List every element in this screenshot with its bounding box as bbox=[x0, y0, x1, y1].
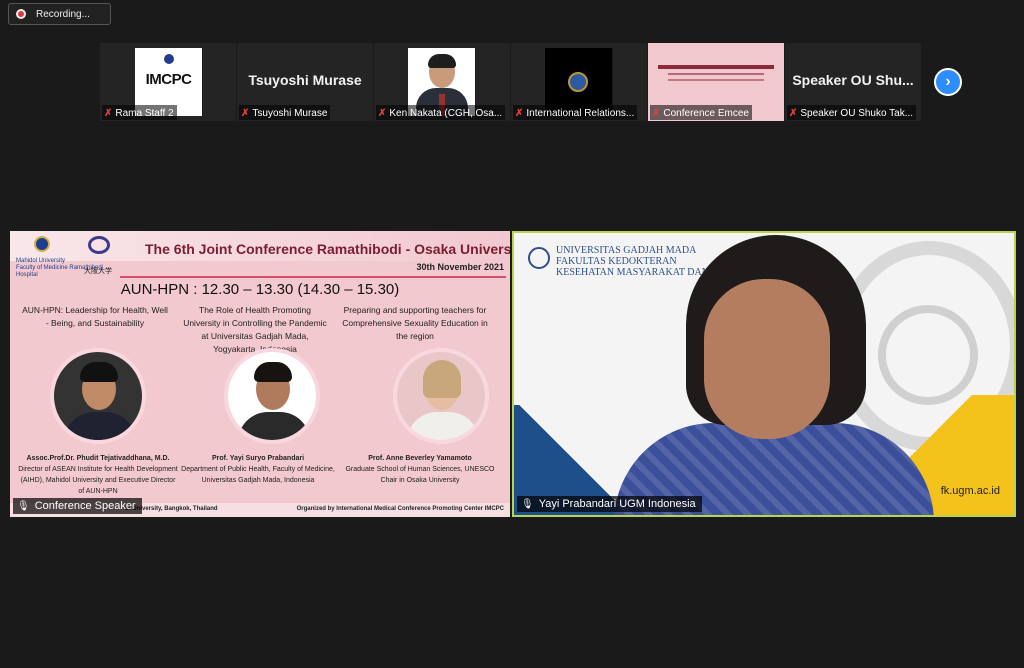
website-url: fk.ugm.ac.id bbox=[940, 485, 1000, 497]
active-speaker-tile[interactable]: UNIVERSITAS GADJAH MADA FAKULTAS KEDOKTER… bbox=[512, 231, 1016, 517]
mic-muted-icon: ✗ bbox=[789, 107, 798, 119]
tile-name-label: 🎙 Yayi Prabandari UGM Indonesia bbox=[517, 496, 702, 512]
participant-name: ✗ Speaker OU Shuko Tak... bbox=[787, 105, 917, 120]
speaker-photo bbox=[393, 348, 489, 444]
participant-tile[interactable]: Speaker OU Shu... ✗ Speaker OU Shuko Tak.… bbox=[785, 43, 922, 121]
participant-tile[interactable]: Tsuyoshi Murase ✗ Tsuyoshi Murase bbox=[237, 43, 374, 121]
mic-muted-icon: ✗ bbox=[241, 107, 250, 119]
university-emblem-icon bbox=[568, 72, 588, 92]
mic-icon: 🎙 bbox=[521, 498, 534, 510]
participant-display-name: Speaker OU Shu... bbox=[792, 72, 914, 88]
mic-muted-icon: ✗ bbox=[104, 107, 113, 119]
university-logos: Mahidol University Faculty of Medicine Ra… bbox=[16, 236, 116, 278]
participant-name: ✗ Rama Staff 2 bbox=[102, 105, 177, 120]
participant-name: ✗ Ken Nakata (CGH, Osa... bbox=[376, 105, 506, 120]
participant-tile[interactable]: ✗ International Relations... bbox=[511, 43, 648, 121]
speaker-info: Assoc.Prof.Dr. Phudit Tejativaddhana, M.… bbox=[18, 455, 178, 495]
emblem-icon bbox=[164, 54, 174, 64]
participant-name: ✗ Tsuyoshi Murase bbox=[239, 105, 331, 120]
speaker-photo bbox=[224, 348, 320, 444]
slide-title: The 6th Joint Conference Ramathibodi - O… bbox=[145, 241, 510, 257]
next-page-button[interactable]: › bbox=[934, 68, 962, 96]
participant-tile[interactable]: ✗ Ken Nakata (CGH, Osa... bbox=[374, 43, 511, 121]
participant-tile[interactable]: IMCPC ✗ Rama Staff 2 bbox=[100, 43, 237, 121]
ugm-emblem-icon bbox=[528, 247, 550, 269]
slide-date: 30th November 2021 bbox=[416, 262, 504, 272]
tile-name-label: 🎙 Conference Speaker bbox=[13, 498, 142, 514]
mic-icon: 🎙 bbox=[17, 500, 30, 512]
virtual-background-header: UNIVERSITAS GADJAH MADA FAKULTAS KEDOKTER… bbox=[556, 245, 725, 278]
participant-name: ✗ International Relations... bbox=[513, 105, 638, 120]
chevron-right-icon: › bbox=[945, 73, 951, 90]
speaker-photo bbox=[50, 348, 146, 444]
divider bbox=[120, 276, 506, 278]
speaker-info: Prof. Yayi Suryo Prabandari Department of… bbox=[181, 455, 335, 484]
speaker-info: Prof. Anne Beverley Yamamoto Graduate Sch… bbox=[345, 455, 495, 484]
topic: The Role of Health Promoting University … bbox=[183, 305, 327, 354]
participant-tile[interactable]: ✗ Conference Emcee bbox=[648, 43, 785, 121]
mahidol-logo-icon bbox=[34, 236, 50, 252]
mic-muted-icon: ✗ bbox=[652, 107, 661, 119]
recording-indicator[interactable]: Recording... bbox=[8, 3, 111, 25]
participant-strip: IMCPC ✗ Rama Staff 2 Tsuyoshi Murase ✗ Tsu… bbox=[100, 43, 922, 121]
participant-name: ✗ Conference Emcee bbox=[650, 105, 752, 120]
session-time: AUN-HPN : 12.30 – 13.30 (14.30 – 15.30) bbox=[120, 281, 400, 298]
participant-display-name: Tsuyoshi Murase bbox=[248, 72, 362, 88]
topic: AUN-HPN: Leadership for Health, Well - B… bbox=[22, 305, 168, 328]
mic-muted-icon: ✗ bbox=[515, 107, 524, 119]
osaka-logo-icon bbox=[88, 236, 110, 254]
speaker-tile-slide[interactable]: Mahidol University Faculty of Medicine Ra… bbox=[10, 231, 510, 517]
mic-muted-icon: ✗ bbox=[378, 107, 387, 119]
record-icon bbox=[16, 9, 26, 19]
recording-label: Recording... bbox=[36, 8, 90, 20]
topic: Preparing and supporting teachers for Co… bbox=[342, 305, 488, 341]
